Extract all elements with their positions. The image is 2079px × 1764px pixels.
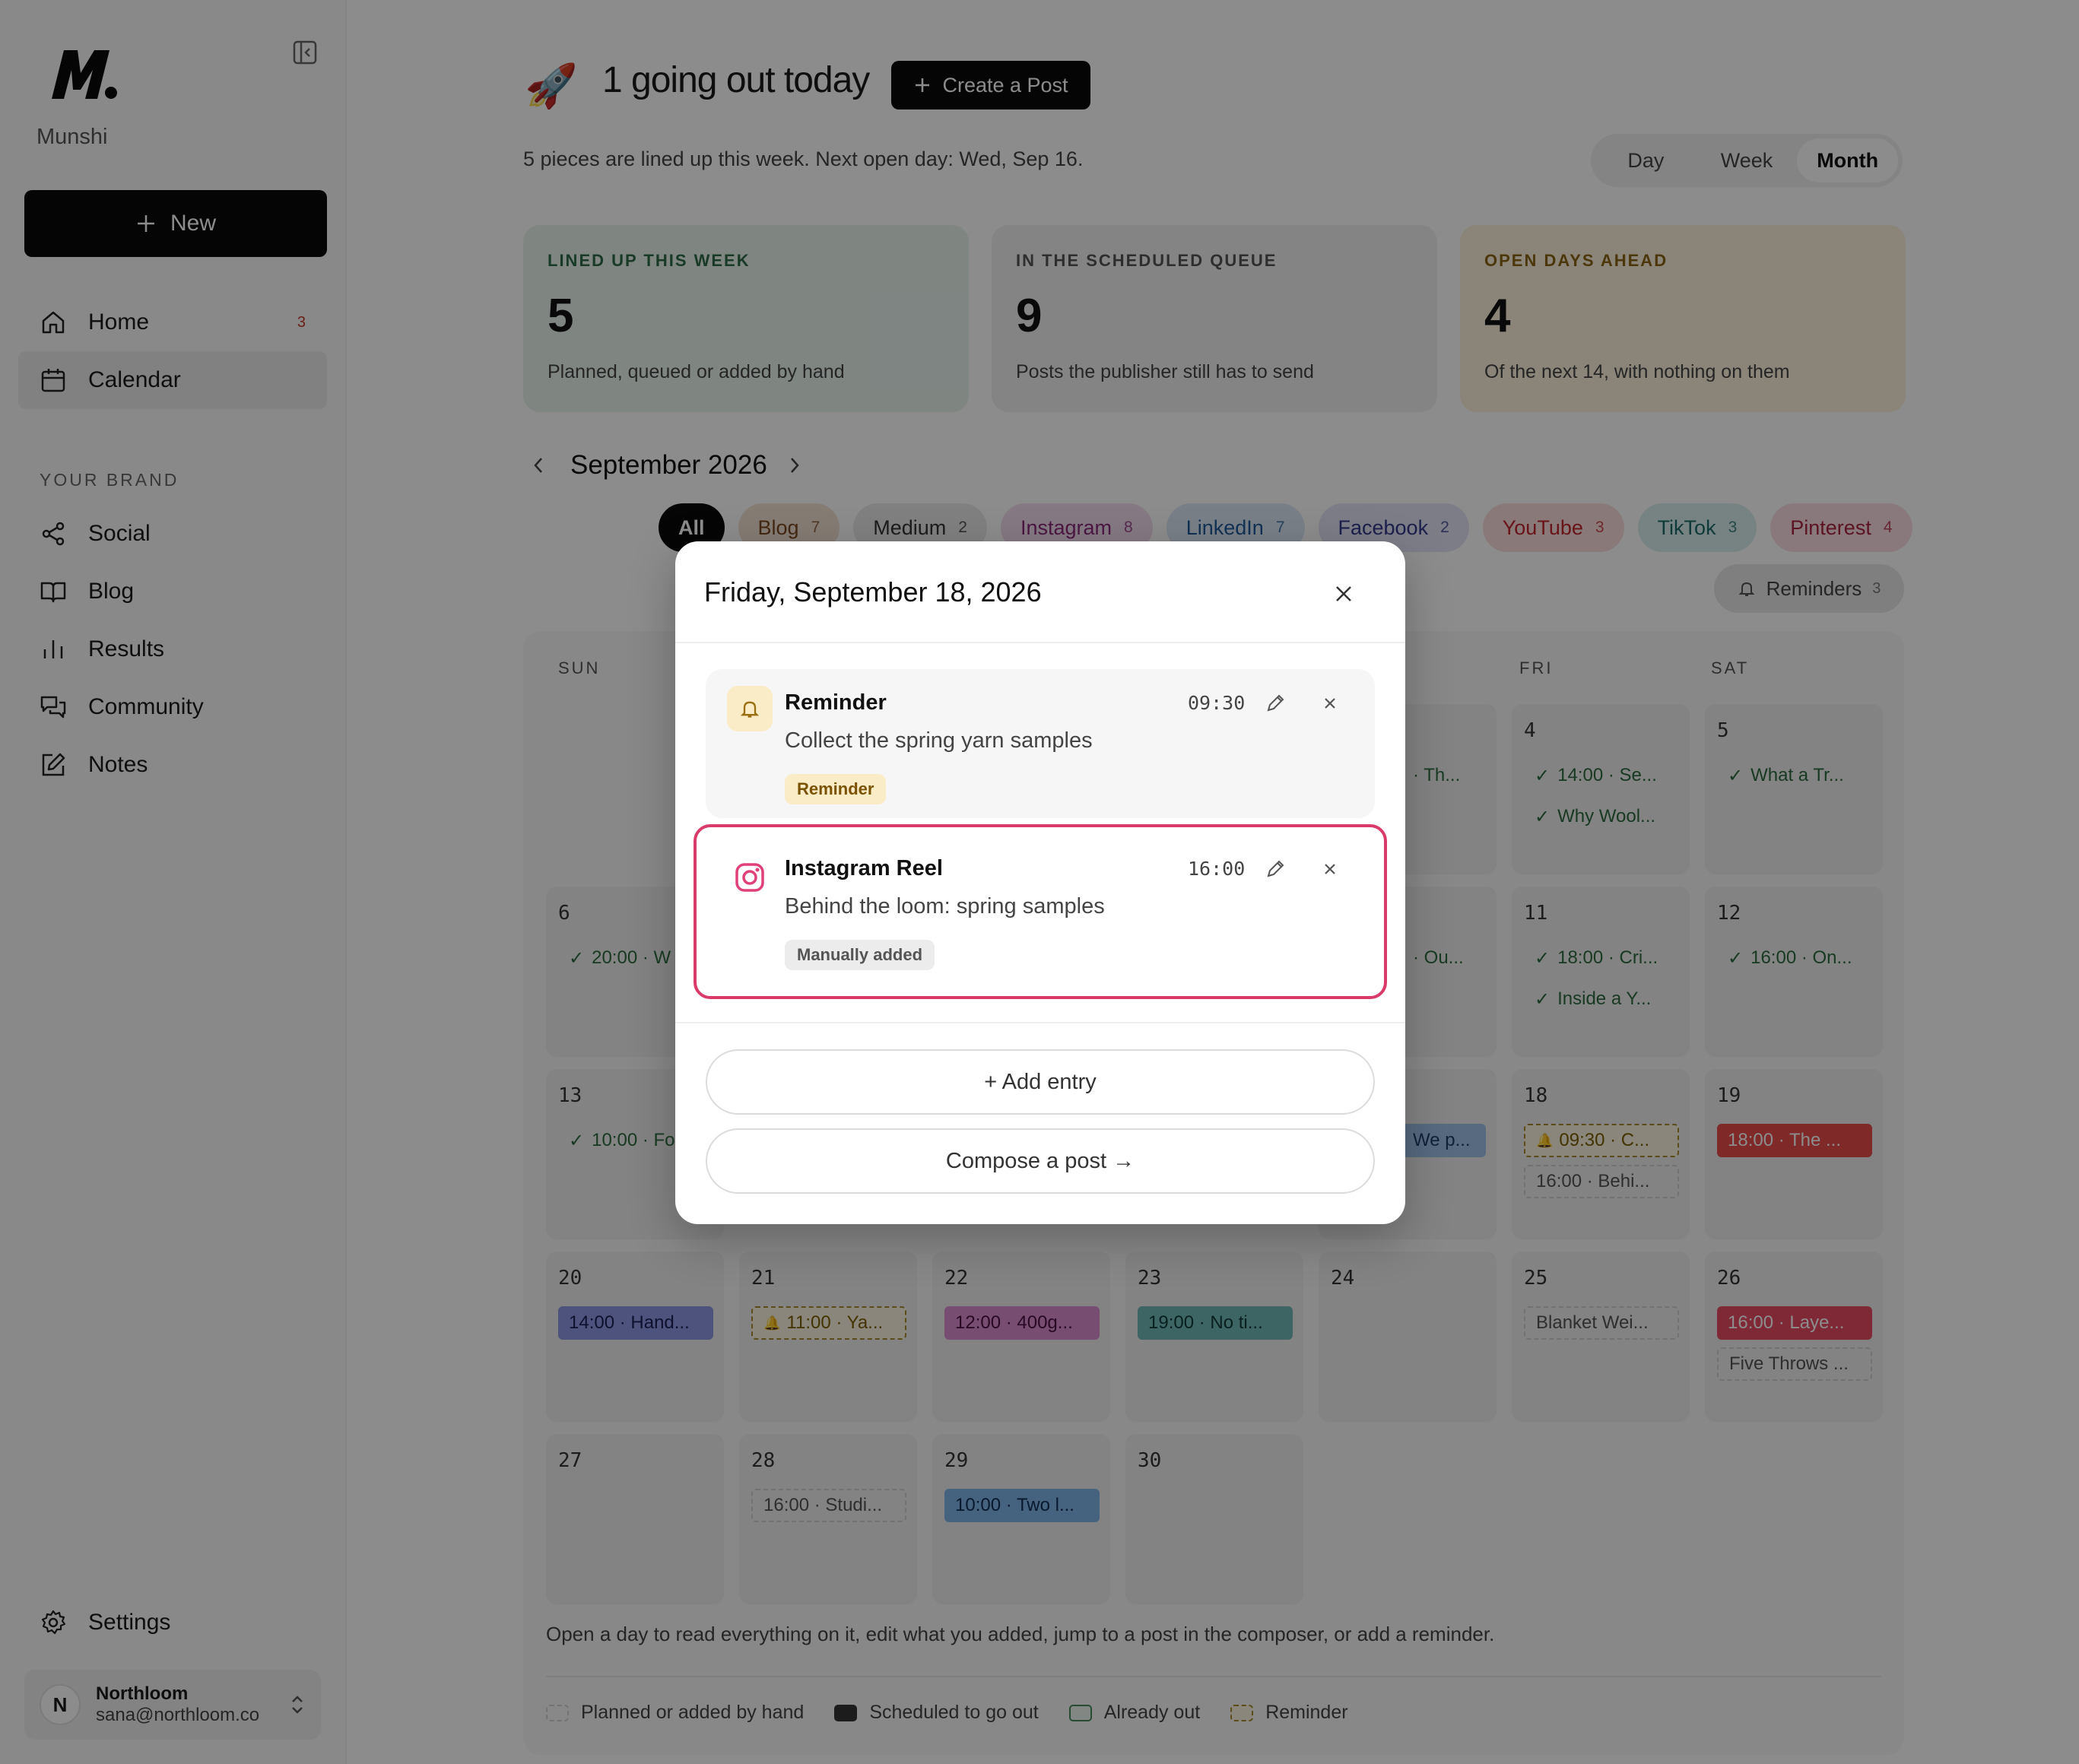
- pencil-icon[interactable]: [1264, 692, 1287, 715]
- entry-body: Collect the spring yarn samples: [785, 728, 1093, 753]
- entry-time: 16:00: [1188, 858, 1246, 880]
- entry-tag: Manually added: [785, 940, 935, 970]
- close-icon[interactable]: [1331, 581, 1357, 607]
- divider: [675, 642, 1405, 643]
- entry-title: Instagram Reel: [785, 856, 943, 880]
- bell-icon: [727, 686, 773, 731]
- day-detail-modal: Friday, September 18, 2026 Reminder Coll…: [675, 541, 1405, 1224]
- divider: [675, 1022, 1405, 1023]
- entry-instagram-reel[interactable]: Instagram Reel Behind the loom: spring s…: [694, 824, 1387, 999]
- entry-tag: Reminder: [785, 774, 887, 804]
- entry-title: Reminder: [785, 690, 887, 715]
- close-icon[interactable]: [1320, 859, 1340, 879]
- entry-time: 09:30: [1188, 692, 1246, 714]
- instagram-icon: [727, 855, 773, 900]
- pencil-icon[interactable]: [1264, 858, 1287, 880]
- close-icon[interactable]: [1320, 693, 1340, 713]
- add-entry-button[interactable]: + Add entry: [706, 1049, 1375, 1115]
- entry-body: Behind the loom: spring samples: [785, 894, 1105, 918]
- modal-title: Friday, September 18, 2026: [704, 576, 1042, 608]
- compose-post-button[interactable]: Compose a post →: [706, 1128, 1375, 1194]
- app-root: Munshi New Home 3 Calendar YOUR BRAND So…: [0, 0, 2079, 1764]
- entry-reminder[interactable]: Reminder Collect the spring yarn samples…: [706, 669, 1375, 818]
